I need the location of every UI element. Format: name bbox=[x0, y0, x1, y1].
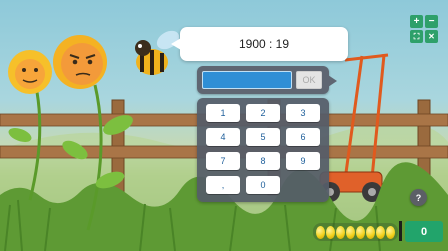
coin-icon bbox=[366, 225, 375, 239]
progress-coins bbox=[313, 223, 398, 241]
zoom-out-button[interactable]: − bbox=[425, 15, 438, 28]
bee-character-illustration bbox=[135, 30, 180, 75]
operation-display: 1900 : 19 bbox=[171, 27, 348, 61]
coin-icon bbox=[316, 225, 325, 239]
number-keypad: 1 2 3 4 5 6 7 8 9 , 0 bbox=[197, 98, 329, 202]
key-1[interactable]: 1 bbox=[206, 104, 240, 122]
zoom-in-button[interactable]: + bbox=[410, 15, 423, 28]
key-3[interactable]: 3 bbox=[286, 104, 320, 122]
sunflower-left-illustration bbox=[8, 50, 52, 94]
fullscreen-button[interactable]: ⛶ bbox=[410, 30, 423, 43]
key-5[interactable]: 5 bbox=[246, 128, 280, 146]
game-scene: 1900 : 19 OK 1 2 3 4 5 6 7 8 9 , 0 + − ⛶… bbox=[0, 0, 448, 251]
coin-icon bbox=[386, 225, 395, 239]
key-6[interactable]: 6 bbox=[286, 128, 320, 146]
key-8[interactable]: 8 bbox=[246, 152, 280, 170]
key-7[interactable]: 7 bbox=[206, 152, 240, 170]
close-button[interactable]: ✕ bbox=[425, 30, 438, 43]
coin-icon bbox=[336, 225, 345, 239]
score-divider bbox=[399, 221, 402, 241]
answer-panel-tail bbox=[328, 75, 337, 87]
key-0[interactable]: 0 bbox=[246, 176, 280, 194]
coin-icon bbox=[376, 225, 385, 239]
answer-panel: OK bbox=[197, 66, 337, 94]
ok-button[interactable]: OK bbox=[296, 71, 322, 89]
key-9[interactable]: 9 bbox=[286, 152, 320, 170]
flower-character-illustration bbox=[53, 35, 107, 89]
key-2[interactable]: 2 bbox=[246, 104, 280, 122]
speech-bubble-tail bbox=[171, 38, 181, 50]
coin-icon bbox=[326, 225, 335, 239]
answer-input[interactable] bbox=[202, 71, 292, 89]
help-button[interactable]: ? bbox=[410, 189, 427, 206]
score-counter: 0 bbox=[405, 221, 443, 242]
coin-icon bbox=[356, 225, 365, 239]
key-4[interactable]: 4 bbox=[206, 128, 240, 146]
operation-text: 1900 : 19 bbox=[238, 37, 290, 51]
coin-icon bbox=[346, 225, 355, 239]
key-comma[interactable]: , bbox=[206, 176, 240, 194]
